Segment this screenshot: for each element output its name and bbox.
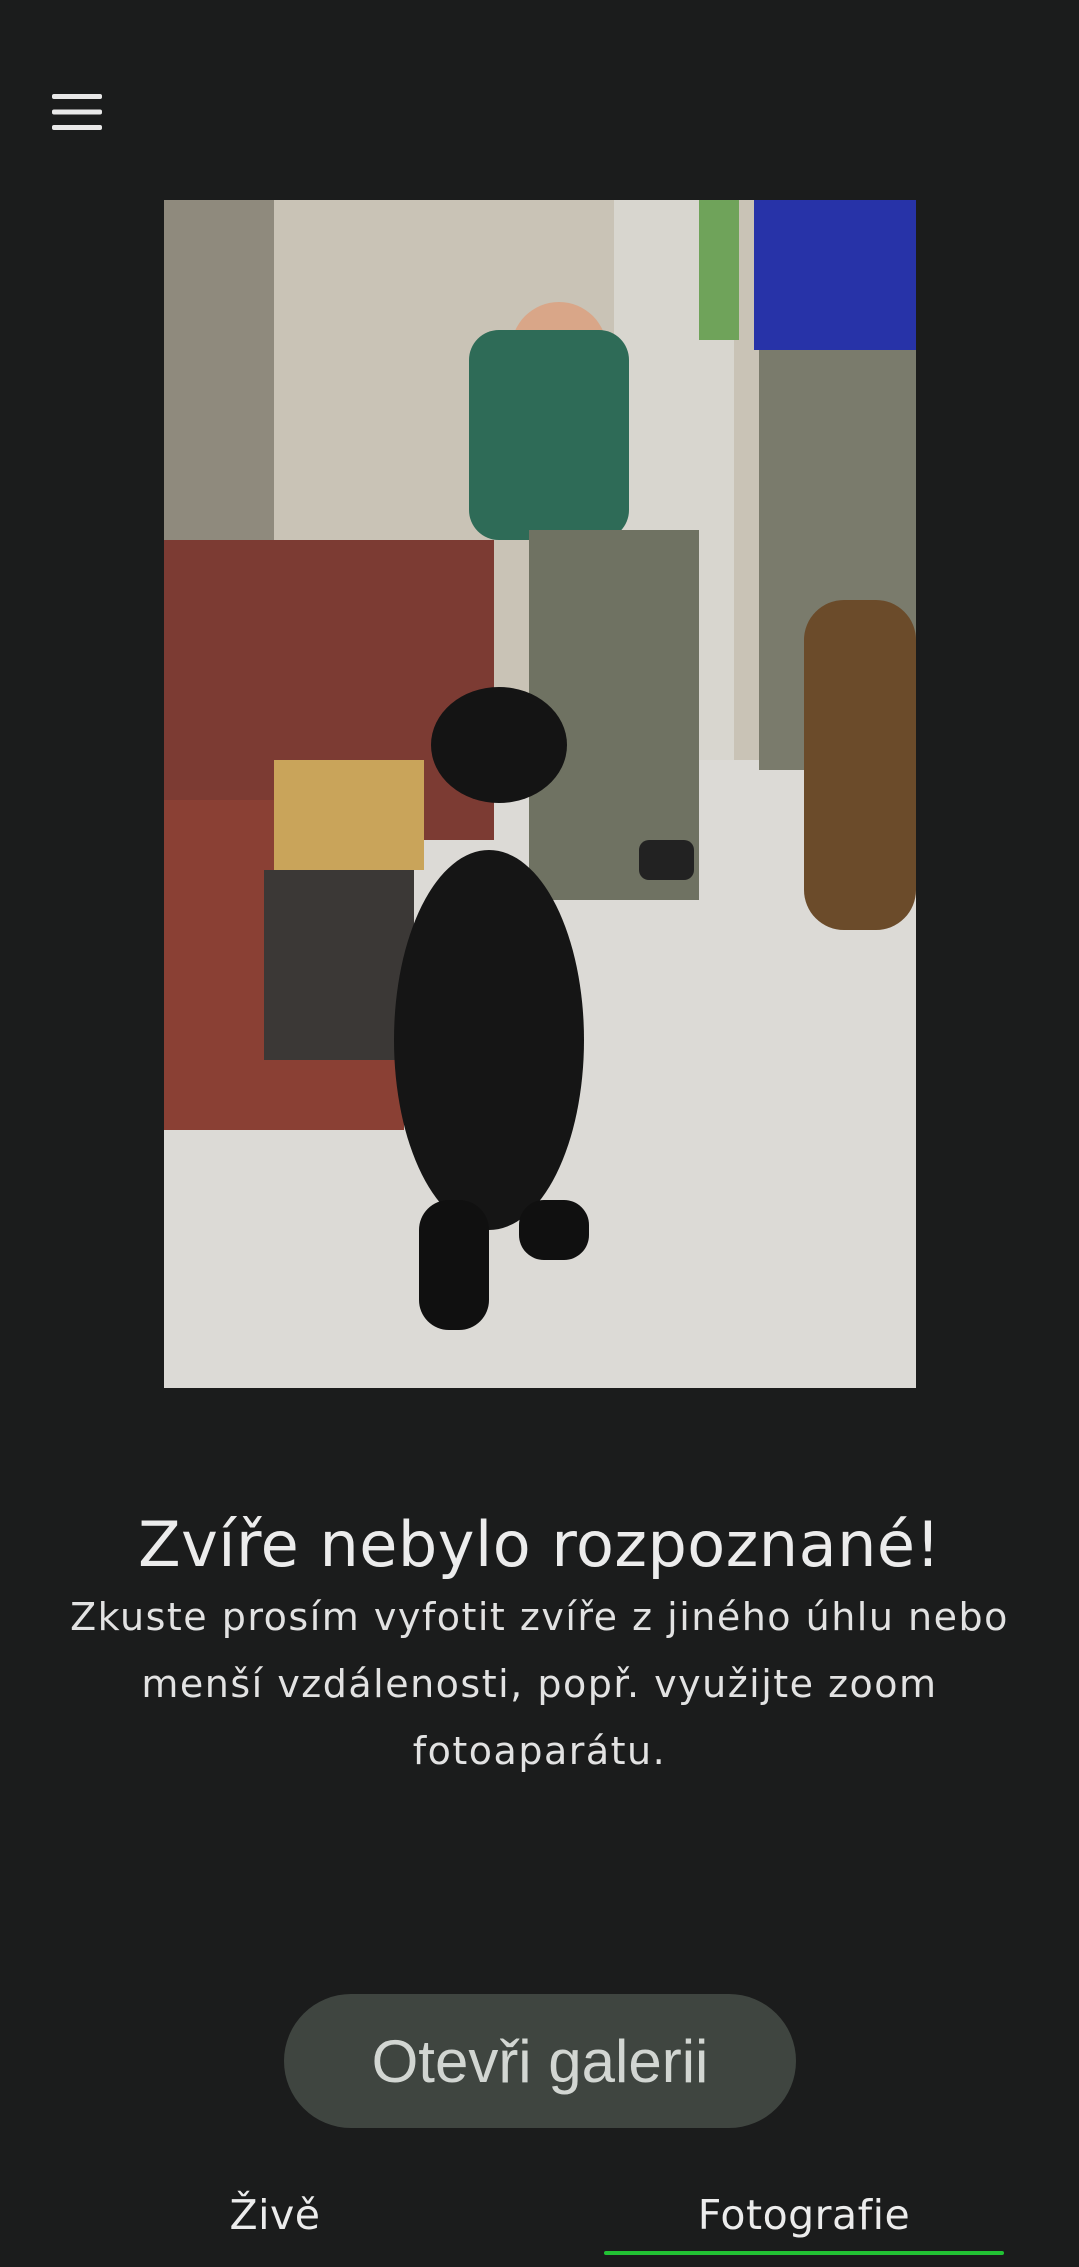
hamburger-menu-icon xyxy=(52,94,102,130)
photo-placeholder xyxy=(164,200,916,1388)
active-tab-indicator xyxy=(604,2251,1004,2255)
menu-button[interactable] xyxy=(40,82,114,142)
open-gallery-button[interactable]: Otevři galerii xyxy=(284,1994,796,2128)
tab-photos[interactable]: Fotografie xyxy=(604,2175,1004,2255)
result-message: Zkuste prosím vyfotit zvíře z jiného úhl… xyxy=(70,1595,1009,1773)
result-title: Zvíře nebylo rozpoznané! xyxy=(138,1508,941,1581)
tab-live[interactable]: Živě xyxy=(80,2175,470,2255)
analyzed-photo xyxy=(164,200,916,1388)
